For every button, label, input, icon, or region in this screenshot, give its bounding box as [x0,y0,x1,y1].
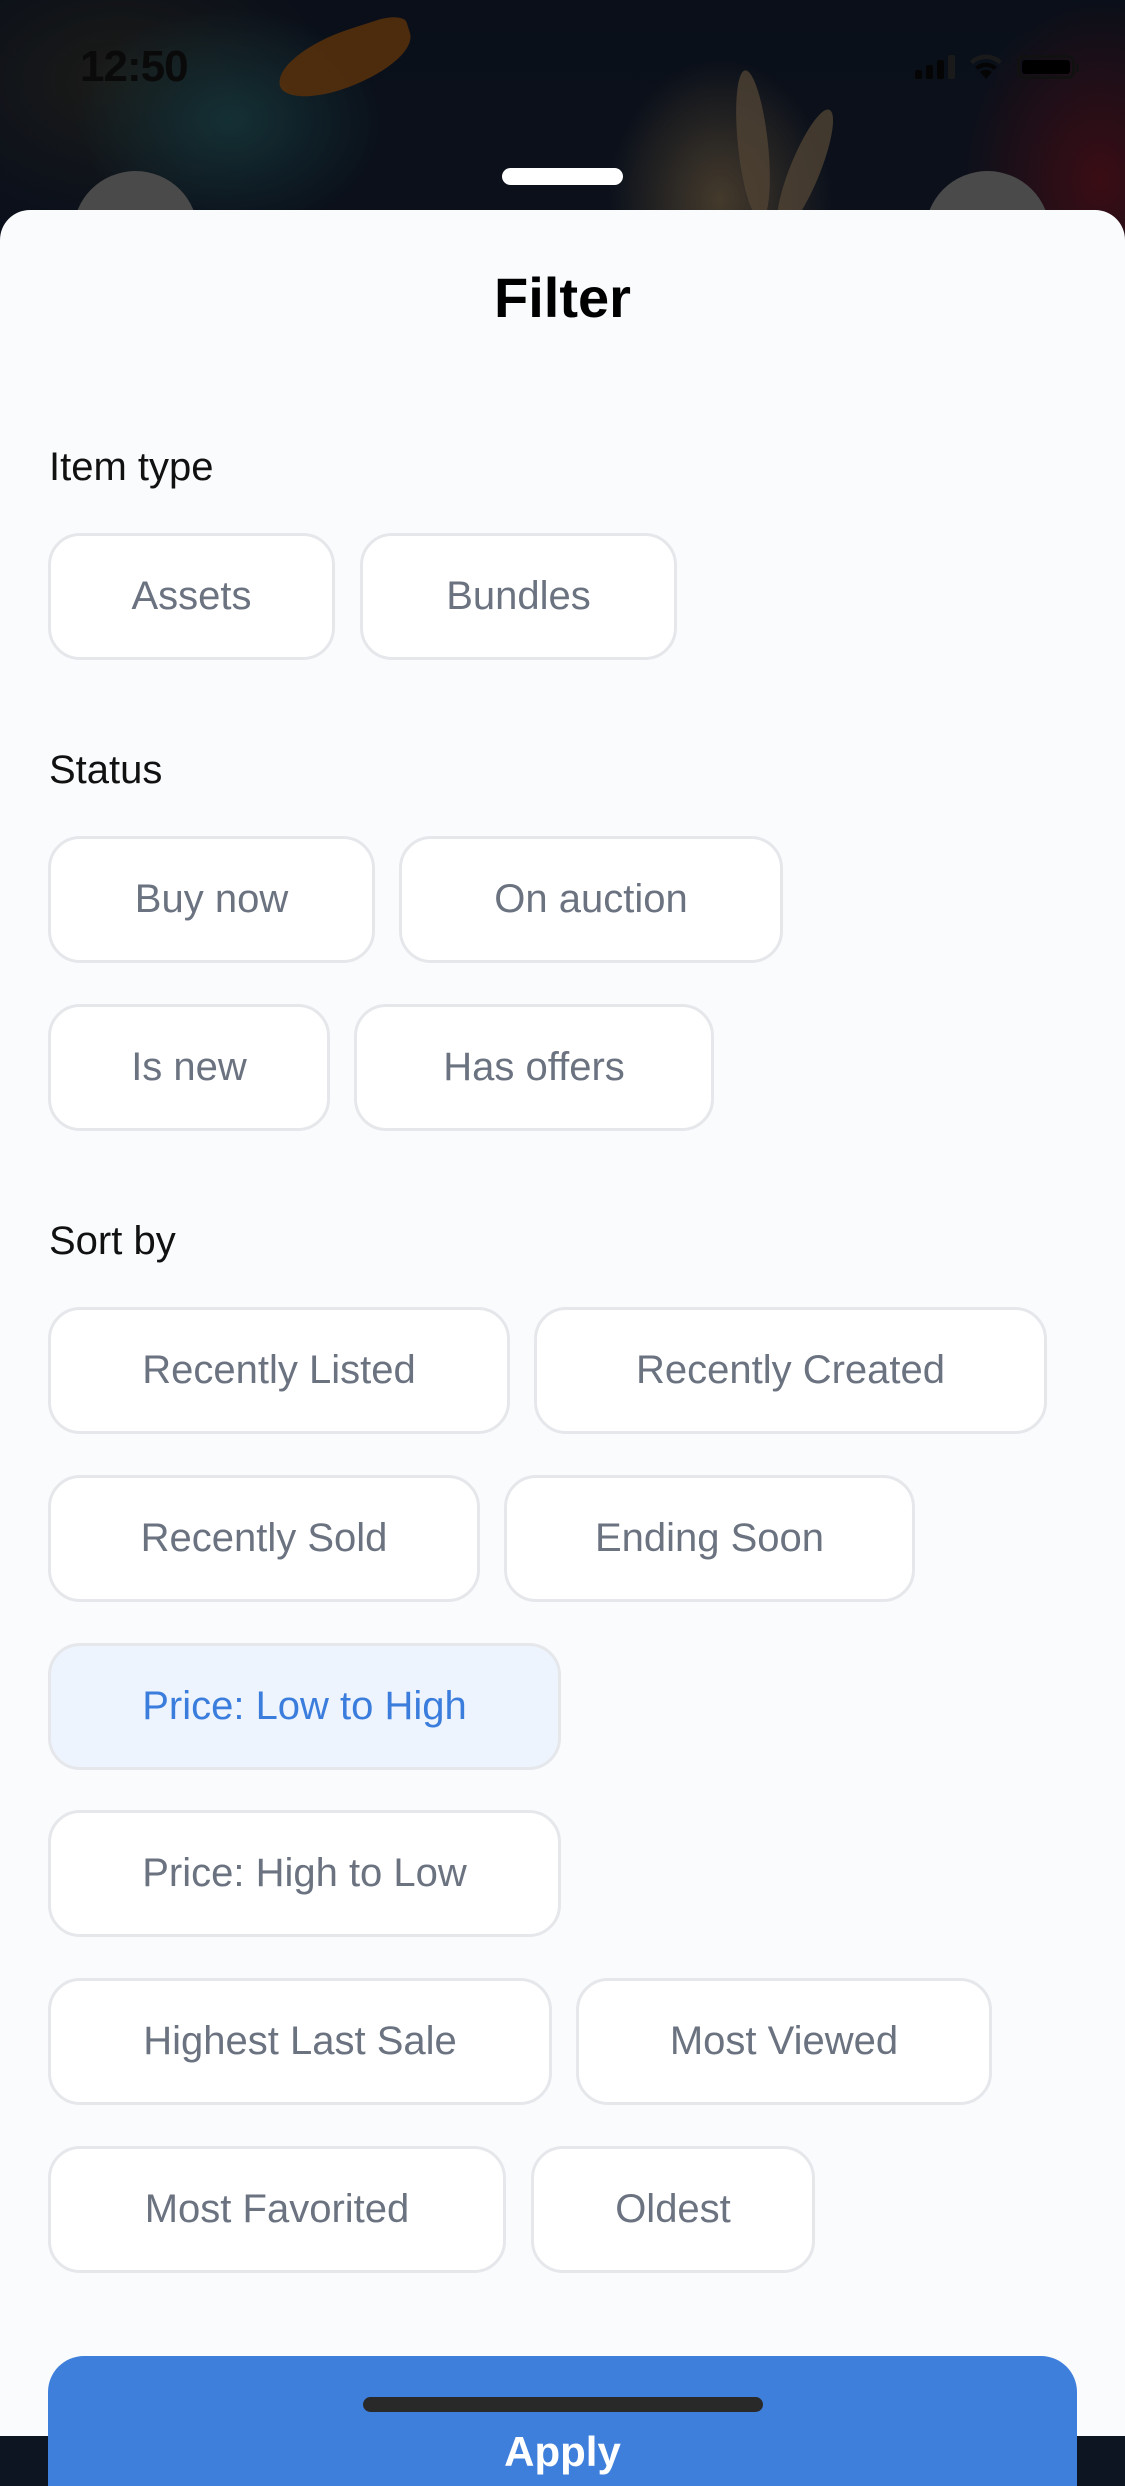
section-label-item-type: Item type [49,445,214,489]
chip-recently-listed[interactable]: Recently Listed [48,1307,510,1434]
chip-recently-sold[interactable]: Recently Sold [48,1475,480,1602]
chip-price-low-to-high[interactable]: Price: Low to High [48,1643,561,1770]
chip-most-favorited[interactable]: Most Favorited [48,2146,506,2273]
status-time: 12:50 [80,42,189,91]
filter-sheet: Filter Item type Assets Bundles Status B… [0,210,1125,2486]
home-indicator[interactable] [363,2397,763,2412]
chip-most-viewed[interactable]: Most Viewed [576,1978,992,2105]
chip-assets[interactable]: Assets [48,533,335,660]
status-icons [915,54,1079,80]
section-label-status: Status [49,748,163,792]
chip-has-offers[interactable]: Has offers [354,1004,714,1131]
chip-is-new[interactable]: Is new [48,1004,330,1131]
sheet-grabber[interactable] [502,168,623,185]
chip-recently-created[interactable]: Recently Created [534,1307,1047,1434]
section-label-sort-by: Sort by [49,1219,176,1263]
cellular-signal-icon [915,55,955,79]
chip-oldest[interactable]: Oldest [531,2146,815,2273]
chip-price-high-to-low[interactable]: Price: High to Low [48,1810,561,1937]
chip-buy-now[interactable]: Buy now [48,836,375,963]
chip-highest-last-sale[interactable]: Highest Last Sale [48,1978,552,2105]
apply-button[interactable]: Apply [48,2356,1077,2486]
wifi-icon [970,54,1002,79]
chip-ending-soon[interactable]: Ending Soon [504,1475,915,1602]
chip-on-auction[interactable]: On auction [399,836,783,963]
battery-icon [1017,55,1079,79]
sheet-title: Filter [494,266,631,329]
chip-bundles[interactable]: Bundles [360,533,677,660]
